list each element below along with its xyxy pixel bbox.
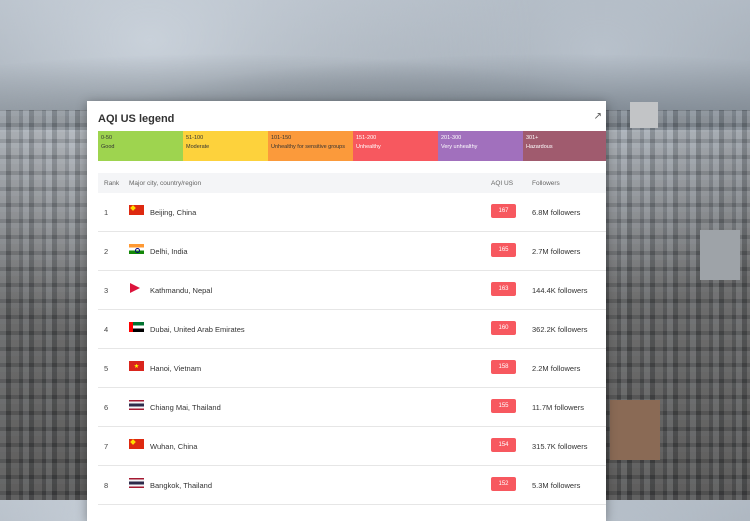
- rank-cell: 8: [104, 481, 109, 490]
- city-name[interactable]: Delhi, India: [150, 247, 188, 256]
- legend-range: 201-300: [441, 135, 462, 141]
- background-building: [630, 102, 658, 128]
- legend-label: Moderate: [186, 144, 210, 150]
- legend-segment-hazardous: 301+ Hazardous: [523, 131, 606, 161]
- aqi-badge: 160: [491, 321, 516, 335]
- aqi-legend-bar: 0-50 Good 51-100 Moderate 101-150 Unheal…: [98, 131, 606, 161]
- table-row[interactable]: 5 Hanoi, Vietnam 158 2.2M followers: [98, 349, 606, 388]
- city-name[interactable]: Kathmandu, Nepal: [150, 286, 212, 295]
- followers-count: 2.7M followers: [532, 247, 581, 256]
- china-flag-icon: [129, 439, 144, 449]
- table-row[interactable]: 6 Chiang Mai, Thailand 155 11.7M followe…: [98, 388, 606, 427]
- rank-cell: 4: [104, 325, 109, 334]
- city-name[interactable]: Wuhan, China: [150, 442, 197, 451]
- city-name[interactable]: Bangkok, Thailand: [150, 481, 212, 490]
- legend-range: 301+: [526, 135, 539, 141]
- legend-segment-moderate: 51-100 Moderate: [183, 131, 268, 161]
- nepal-flag-icon: [129, 283, 144, 293]
- column-header-aqi[interactable]: AQI US: [491, 180, 513, 187]
- followers-count: 315.7K followers: [532, 442, 588, 451]
- table-row[interactable]: 8 Bangkok, Thailand 152 5.3M followers: [98, 466, 606, 505]
- followers-count: 11.7M followers: [532, 403, 584, 412]
- aqi-badge: 165: [491, 243, 516, 257]
- column-header-followers[interactable]: Followers: [532, 180, 560, 187]
- aqi-badge: 154: [491, 438, 516, 452]
- table-row[interactable]: 2 Delhi, India 165 2.7M followers: [98, 232, 606, 271]
- legend-range: 151-200: [356, 135, 377, 141]
- thailand-flag-icon: [129, 400, 144, 410]
- city-name[interactable]: Hanoi, Vietnam: [150, 364, 201, 373]
- table-header: Rank Major city, country/region AQI US F…: [98, 173, 606, 193]
- legend-label: Hazardous: [526, 144, 553, 150]
- india-flag-icon: [129, 244, 144, 254]
- legend-range: 101-150: [271, 135, 292, 141]
- rank-cell: 6: [104, 403, 109, 412]
- aqi-badge: 163: [491, 282, 516, 296]
- legend-label: Unhealthy: [356, 144, 381, 150]
- followers-count: 362.2K followers: [532, 325, 588, 334]
- aqi-badge: 152: [491, 477, 516, 491]
- aqi-badge: 158: [491, 360, 516, 374]
- legend-range: 0-50: [101, 135, 113, 141]
- followers-count: 6.8M followers: [532, 208, 581, 217]
- column-header-city[interactable]: Major city, country/region: [129, 180, 201, 187]
- city-name[interactable]: Chiang Mai, Thailand: [150, 403, 221, 412]
- followers-count: 2.2M followers: [532, 364, 581, 373]
- table-row[interactable]: 7 Wuhan, China 154 315.7K followers: [98, 427, 606, 466]
- column-header-rank[interactable]: Rank: [104, 180, 119, 187]
- expand-icon[interactable]: ↗: [594, 111, 602, 122]
- legend-label: Good: [101, 144, 115, 150]
- city-name[interactable]: Beijing, China: [150, 208, 196, 217]
- aqi-badge: 167: [491, 204, 516, 218]
- uae-flag-icon: [129, 322, 144, 332]
- background-building: [610, 400, 660, 460]
- rank-cell: 5: [104, 364, 109, 373]
- rank-cell: 2: [104, 247, 109, 256]
- legend-segment-unhealthy: 151-200 Unhealthy: [353, 131, 438, 161]
- city-name[interactable]: Dubai, United Arab Emirates: [150, 325, 245, 334]
- legend-range: 51-100: [186, 135, 204, 141]
- city-ranking-table: 1 Beijing, China 167 6.8M followers 2 De…: [98, 193, 606, 505]
- table-row[interactable]: 3 Kathmandu, Nepal 163 144.4K followers: [98, 271, 606, 310]
- legend-segment-usg: 101-150 Unhealthy for sensitive groups: [268, 131, 353, 161]
- followers-count: 144.4K followers: [532, 286, 588, 295]
- panel-title: AQI US legend: [98, 113, 175, 125]
- followers-count: 5.3M followers: [532, 481, 581, 490]
- table-row[interactable]: 1 Beijing, China 167 6.8M followers: [98, 193, 606, 232]
- aqi-ranking-panel: AQI US legend ↗ 0-50 Good 51-100 Moderat…: [87, 101, 606, 521]
- aqi-badge: 155: [491, 399, 516, 413]
- legend-label: Unhealthy for sensitive groups: [271, 144, 345, 150]
- vietnam-flag-icon: [129, 361, 144, 371]
- rank-cell: 3: [104, 286, 109, 295]
- background-building: [700, 230, 740, 280]
- china-flag-icon: [129, 205, 144, 215]
- legend-segment-good: 0-50 Good: [98, 131, 183, 161]
- table-row[interactable]: 4 Dubai, United Arab Emirates 160 362.2K…: [98, 310, 606, 349]
- rank-cell: 7: [104, 442, 109, 451]
- legend-label: Very unhealthy: [441, 144, 478, 150]
- legend-segment-very-unhealthy: 201-300 Very unhealthy: [438, 131, 523, 161]
- thailand-flag-icon: [129, 478, 144, 488]
- rank-cell: 1: [104, 208, 109, 217]
